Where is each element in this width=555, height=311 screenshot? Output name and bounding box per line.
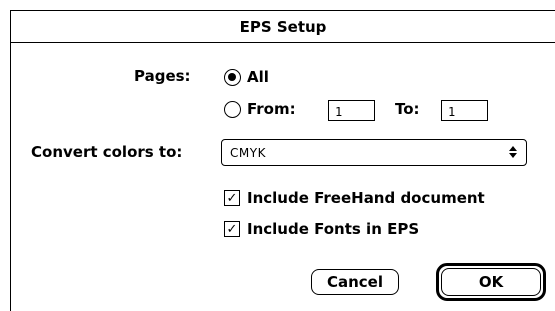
include-fonts-option[interactable]: ✓ Include Fonts in EPS <box>224 220 419 238</box>
to-page-input[interactable]: 1 <box>441 100 488 121</box>
ok-button-default-ring: OK <box>436 263 546 301</box>
convert-colors-select[interactable]: CMYK <box>221 139 527 166</box>
updown-arrows-icon <box>508 145 518 161</box>
include-freehand-option[interactable]: ✓ Include FreeHand document <box>224 189 485 207</box>
all-radio-label: All <box>247 68 269 86</box>
pages-range-option[interactable]: From: <box>224 100 296 118</box>
pages-label: Pages: <box>134 67 191 85</box>
dialog-title: EPS Setup <box>11 11 555 43</box>
include-fonts-checkbox[interactable]: ✓ <box>224 221 240 237</box>
convert-colors-label: Convert colors to: <box>31 143 183 161</box>
from-label: From: <box>247 100 296 118</box>
from-radio[interactable] <box>224 100 241 118</box>
include-freehand-label: Include FreeHand document <box>247 189 485 207</box>
convert-colors-value: CMYK <box>230 145 266 160</box>
all-radio[interactable] <box>224 68 241 86</box>
pages-all-option[interactable]: All <box>224 68 269 86</box>
include-fonts-label: Include Fonts in EPS <box>247 220 420 238</box>
ok-button[interactable]: OK <box>441 268 541 296</box>
include-freehand-checkbox[interactable]: ✓ <box>224 190 240 206</box>
to-label: To: <box>395 100 420 118</box>
cancel-button[interactable]: Cancel <box>311 269 399 295</box>
eps-setup-dialog: EPS Setup Pages: All From: 1 To: 1 Conve… <box>10 10 555 311</box>
from-page-input[interactable]: 1 <box>328 100 375 121</box>
